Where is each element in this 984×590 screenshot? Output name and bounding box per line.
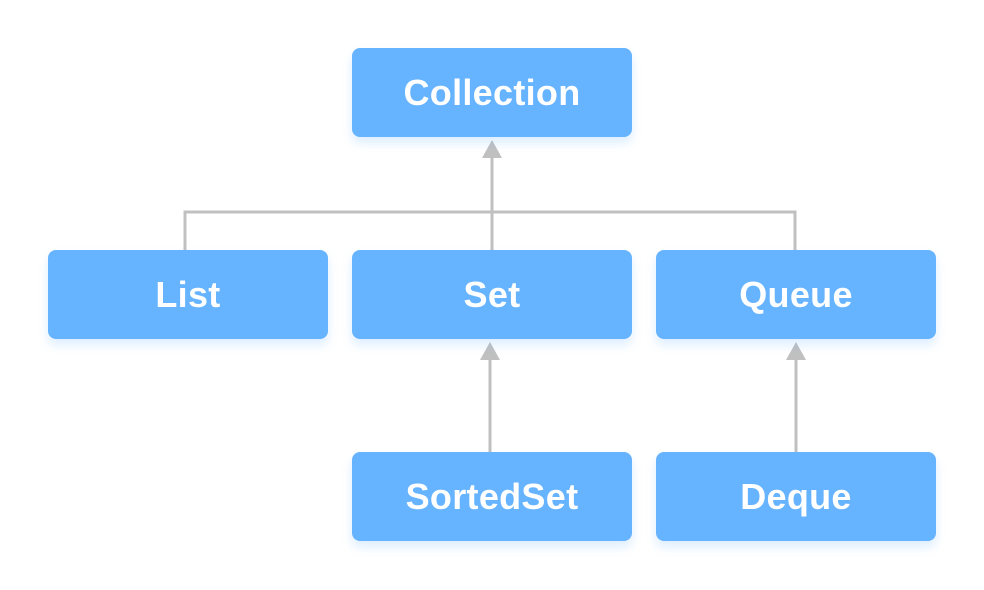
node-deque: Deque	[656, 452, 936, 541]
node-label: List	[155, 273, 221, 315]
arrowhead-icon	[480, 342, 500, 360]
edge-queue-to-collection	[492, 210, 797, 250]
node-sortedset: SortedSet	[352, 452, 632, 541]
arrowhead-icon	[786, 342, 806, 360]
node-label: Queue	[739, 273, 853, 315]
node-queue: Queue	[656, 250, 936, 339]
node-set: Set	[352, 250, 632, 339]
node-label: Set	[463, 273, 521, 315]
arrowhead-icon	[482, 140, 502, 158]
node-label: Deque	[740, 475, 852, 517]
node-label: SortedSet	[405, 475, 579, 517]
node-list: List	[48, 250, 328, 339]
node-label: Collection	[403, 71, 581, 113]
edge-list-to-collection	[183, 210, 492, 250]
node-collection: Collection	[352, 48, 632, 137]
